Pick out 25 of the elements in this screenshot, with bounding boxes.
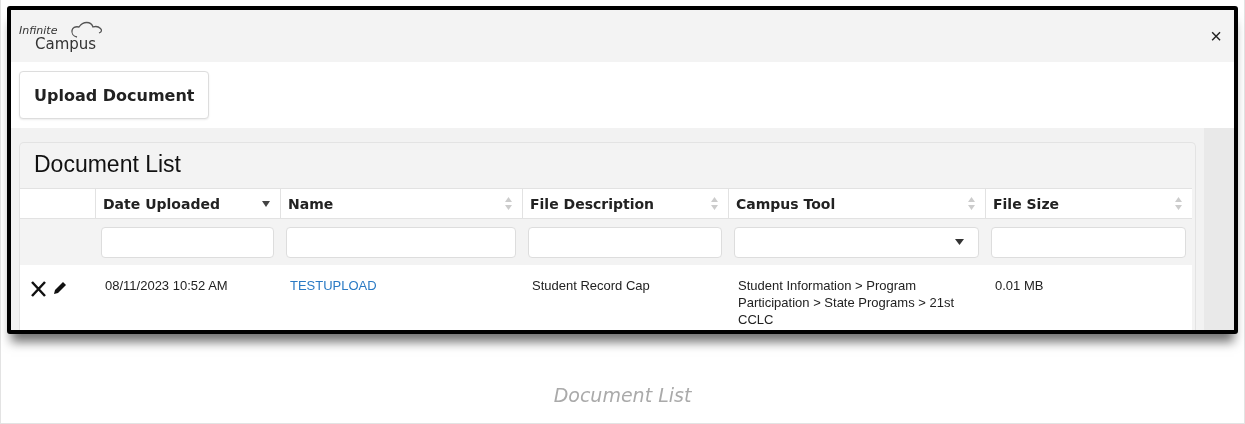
column-header[interactable]: Campus Tool [728,188,985,219]
column-header[interactable]: Name [280,188,522,219]
column-header[interactable]: Date Uploaded [95,188,280,219]
logo-text: Campus [35,35,97,53]
filter-dropdown[interactable] [734,226,979,258]
table-cell: 0.01 MB [995,278,1044,293]
edit-icon[interactable] [53,281,67,295]
column-header[interactable]: File Size [985,188,1192,219]
upload-document-button[interactable]: Upload Document [19,71,210,119]
column-header[interactable]: File Description [522,188,728,219]
close-button[interactable]: × [1210,24,1222,48]
table-cell: Student Information > Program Participation > State Programs > 21st CCLC [738,278,955,327]
filter-field[interactable] [286,226,516,258]
cloud-swoosh-icon [69,21,105,39]
panel-title: Document List [33,150,182,179]
table-cell: 08/11/2023 10:52 AM [105,278,228,293]
filter-field[interactable] [528,226,722,258]
delete-icon[interactable] [30,281,47,297]
table-cell: Student Record Cap [532,278,650,293]
logo-text: Infinite [19,24,58,37]
document-link[interactable]: TESTUPLOAD [290,278,377,293]
figure-caption: Document List [552,384,693,406]
caret-icon [955,239,964,245]
filter-field[interactable] [101,226,274,258]
filter-field[interactable] [991,226,1186,258]
